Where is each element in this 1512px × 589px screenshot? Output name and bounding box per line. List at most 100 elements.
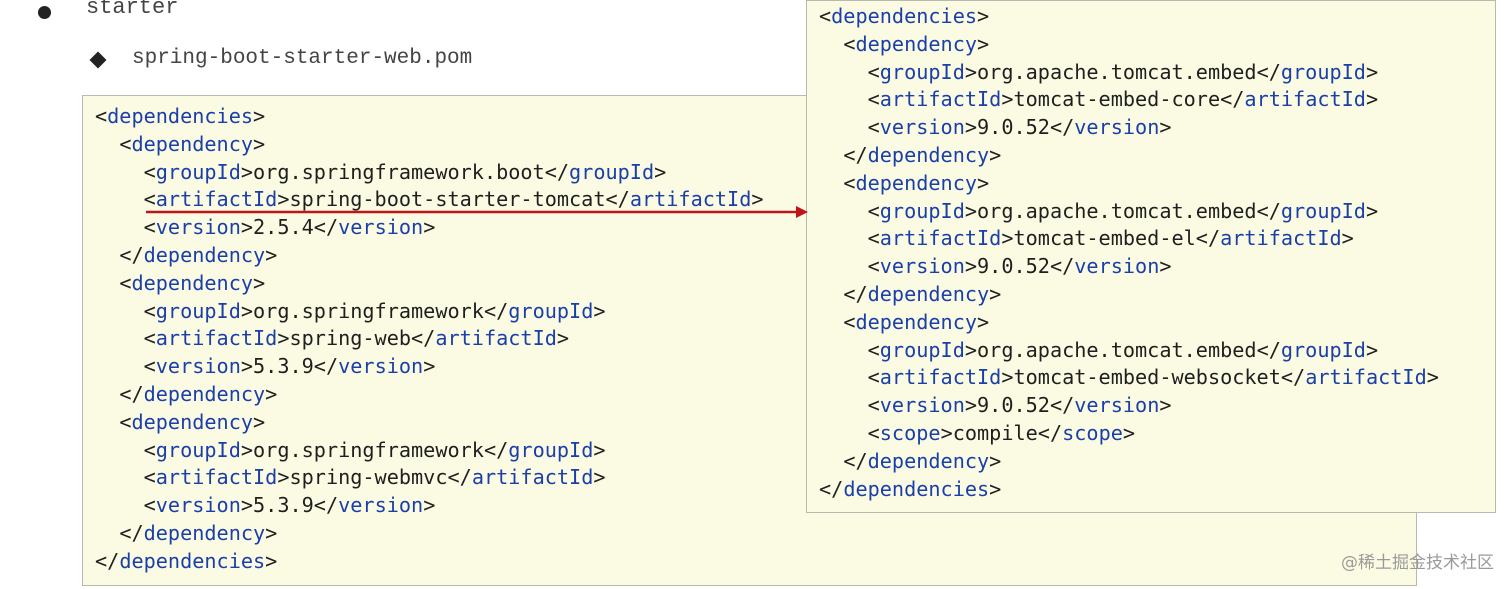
bracket: >: [964, 115, 978, 140]
xml-tag-name: version: [155, 493, 241, 518]
bracket: </: [819, 476, 844, 501]
xml-tag-name: dependency: [855, 170, 978, 195]
bracket: <: [143, 437, 156, 462]
bracket: >: [423, 493, 436, 518]
bracket: >: [253, 409, 266, 434]
bracket: >: [977, 170, 990, 195]
code-line: <groupId>org.apache.tomcat.embed</groupI…: [819, 58, 1378, 86]
bracket: >: [593, 298, 606, 323]
bracket: </: [1220, 87, 1245, 112]
xml-value: org.springframework.boot: [253, 159, 545, 184]
bracket: </: [843, 143, 868, 167]
xml-tag-name: dependency: [143, 243, 266, 267]
bracket: <: [95, 104, 108, 128]
xml-tag-name: groupId: [508, 437, 594, 462]
bracket: >: [253, 131, 266, 156]
bracket: >: [240, 354, 254, 379]
bracket: </: [1049, 254, 1075, 279]
xml-tag-name: artifactId: [435, 326, 557, 351]
xml-tag-name: version: [879, 393, 965, 418]
xml-tag-name: dependency: [131, 270, 254, 295]
bracket: >: [277, 326, 290, 351]
bracket: >: [977, 31, 990, 56]
bracket: </: [1049, 393, 1075, 418]
code-line: <version>5.3.9</version>: [95, 491, 436, 519]
code-line: </dependency>: [819, 280, 1001, 308]
bracket: </: [411, 326, 436, 351]
xml-tag-name: dependency: [855, 309, 978, 334]
bracket: >: [265, 243, 278, 267]
xml-value: org.apache.tomcat.embed: [977, 59, 1257, 84]
xml-tag-name: scope: [1062, 421, 1123, 445]
xml-tag-name: dependency: [131, 409, 254, 434]
bracket: <: [143, 187, 156, 212]
xml-tag-name: groupId: [879, 337, 965, 362]
xml-value: tomcat-embed-websocket: [1013, 365, 1281, 390]
bracket: </: [843, 282, 868, 306]
bracket: >: [253, 104, 266, 128]
xml-tag-name: version: [1074, 254, 1160, 279]
bracket: <: [843, 31, 856, 56]
bracket: >: [265, 521, 278, 545]
xml-tag-name: artifactId: [471, 465, 594, 490]
code-line: <dependencies>: [819, 2, 989, 30]
bracket: <: [867, 254, 880, 279]
bracket: </: [483, 437, 509, 462]
code-line: </dependency>: [819, 447, 1001, 475]
bracket: >: [751, 187, 764, 212]
xml-tag-name: scope: [879, 421, 941, 445]
bracket: </: [447, 465, 472, 490]
xml-tag-name: dependencies: [831, 4, 978, 28]
code-line: <groupId>org.springframework</groupId>: [95, 297, 606, 325]
xml-value: tomcat-embed-core: [1013, 87, 1221, 112]
xml-tag-name: version: [1074, 115, 1160, 140]
xml-tag-name: groupId: [569, 159, 655, 184]
xml-tag-name: dependency: [131, 131, 254, 156]
bracket: >: [1341, 226, 1354, 251]
starter-tomcat-pom-code-block: <dependencies> <dependency> <groupId>org…: [806, 0, 1496, 513]
code-line: </dependency>: [95, 380, 277, 408]
xml-value: spring-web: [289, 326, 412, 351]
bracket: </: [1256, 198, 1281, 223]
code-line: <groupId>org.apache.tomcat.embed</groupI…: [819, 197, 1378, 225]
code-line: <groupId>org.apache.tomcat.embed</groupI…: [819, 336, 1378, 364]
xml-tag-name: artifactId: [629, 187, 752, 212]
bracket: >: [964, 393, 978, 418]
bracket: >: [240, 493, 254, 518]
bracket: >: [964, 254, 978, 279]
xml-tag-name: version: [155, 354, 241, 379]
xml-value: tomcat-embed-el: [1013, 226, 1196, 251]
watermark: @稀土掘金技术社区: [1341, 553, 1494, 573]
bracket: >: [1365, 59, 1379, 84]
xml-tag-name: groupId: [155, 298, 241, 323]
bracket: <: [843, 309, 856, 334]
bracket: >: [940, 421, 953, 445]
xml-tag-name: groupId: [155, 159, 241, 184]
xml-tag-name: dependencies: [843, 476, 990, 501]
code-line: < artifactId> spring-boot-starter-tomcat</…: [95, 185, 764, 213]
code-line: </dependencies>: [95, 547, 277, 575]
code-line: <dependency>: [95, 269, 265, 297]
code-line: <dependency>: [819, 30, 989, 58]
bracket: </: [605, 187, 630, 212]
xml-value: spring-boot-starter-tomcat: [289, 187, 606, 212]
code-line: <artifactId>spring-web</artifactId>: [95, 324, 569, 352]
bracket: <: [819, 4, 832, 28]
xml-tag-name: artifactId: [1305, 365, 1427, 390]
code-line: <artifactId>tomcat-embed-el</artifactId>: [819, 224, 1354, 252]
bracket: >: [593, 437, 606, 462]
bracket: >: [1122, 421, 1136, 445]
xml-tag-name: dependency: [867, 282, 990, 306]
